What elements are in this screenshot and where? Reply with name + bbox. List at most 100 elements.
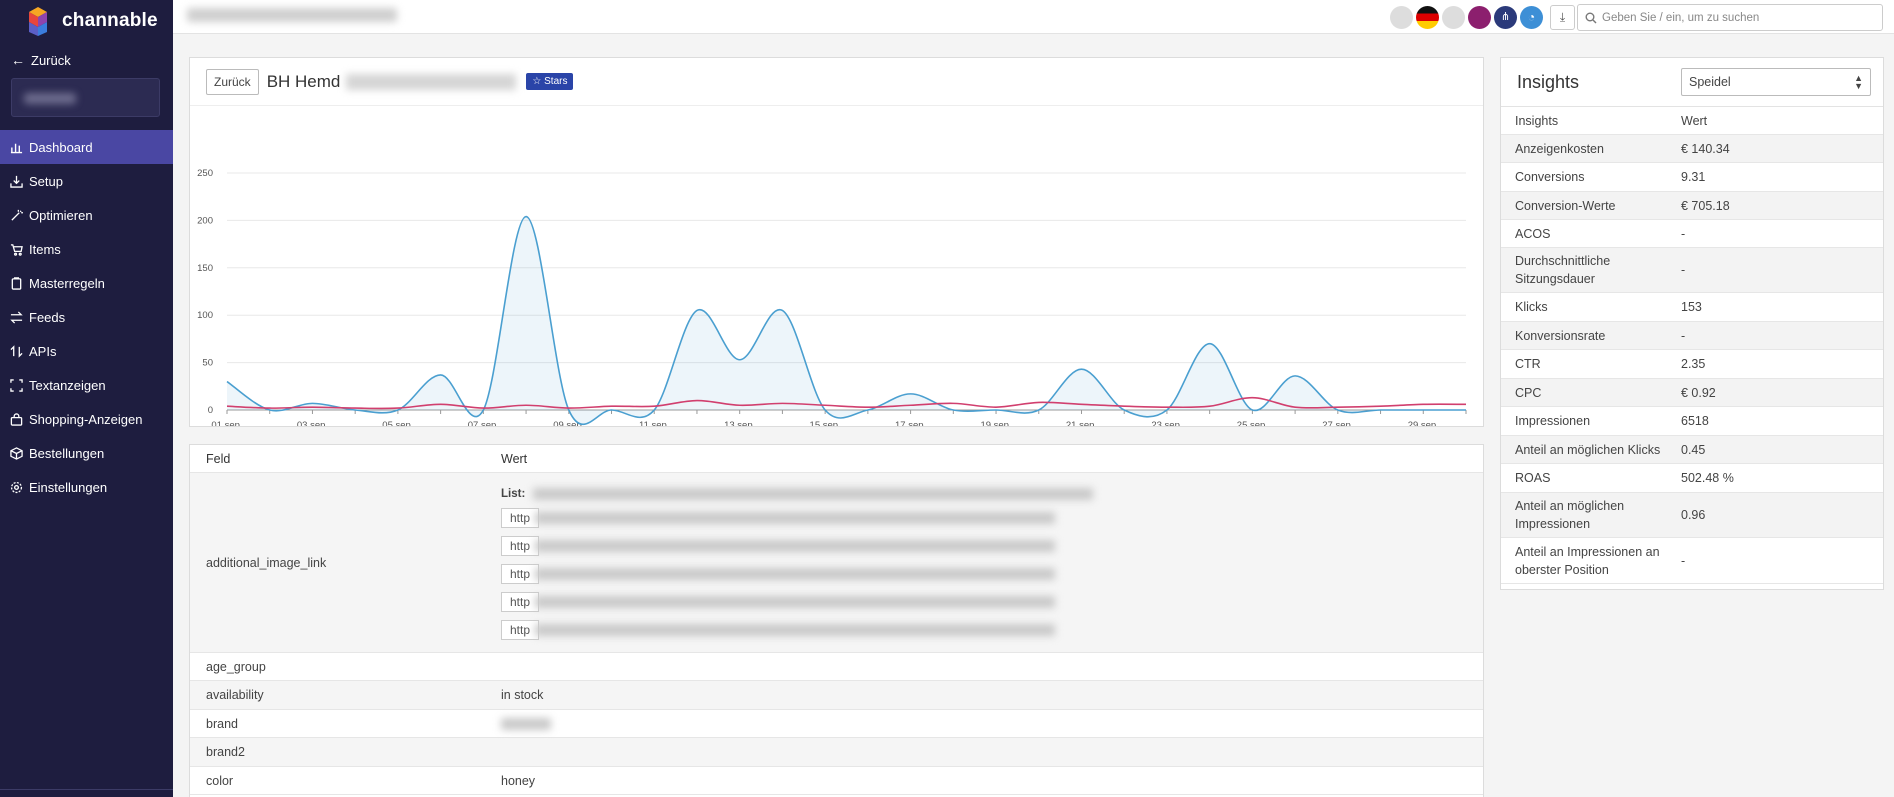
sidebar-item-bestellungen[interactable]: Bestellungen bbox=[0, 436, 173, 470]
project-selector[interactable] bbox=[11, 78, 160, 117]
sitemap-icon[interactable]: ⋔ bbox=[1494, 6, 1517, 29]
sort-icon bbox=[10, 344, 23, 358]
column-header-value: Wert bbox=[501, 451, 528, 466]
insight-value: € 0.92 bbox=[1681, 385, 1716, 400]
insight-name: Impressionen bbox=[1515, 414, 1591, 428]
insight-name: Conversion-Werte bbox=[1515, 198, 1616, 213]
insight-row: Konversionsrate - bbox=[1501, 322, 1883, 350]
field-name: additional_image_link bbox=[206, 555, 327, 570]
clock-icon[interactable]: ◔ bbox=[1520, 6, 1543, 29]
insight-name: ROAS bbox=[1515, 471, 1551, 485]
sidebar-item-label: Bestellungen bbox=[29, 445, 105, 461]
logo[interactable]: channable bbox=[0, 0, 173, 42]
x-tick-label: 01 sep. bbox=[211, 420, 242, 426]
box-icon bbox=[10, 446, 23, 460]
insight-row: Klicks 153 bbox=[1501, 293, 1883, 322]
insights-source-select[interactable]: Speidel ▲ ▼ bbox=[1681, 68, 1871, 96]
x-tick-label: 21 sep. bbox=[1066, 420, 1097, 426]
back-link-label: Zurück bbox=[31, 52, 71, 68]
fields-table: Feld Wert additional_image_link List: ht… bbox=[189, 444, 1484, 797]
field-name: brand bbox=[206, 716, 238, 731]
channable-logo-icon bbox=[22, 5, 54, 37]
arrow-left-icon: ← bbox=[11, 52, 25, 68]
channel-icon[interactable] bbox=[1390, 6, 1413, 29]
x-tick-label: 19 sep. bbox=[980, 420, 1011, 426]
insight-name: Anteil an möglichen Impressionen bbox=[1515, 499, 1625, 531]
redacted-value bbox=[533, 487, 1094, 500]
y-tick-label: 200 bbox=[197, 215, 213, 226]
performance-chart: 0 50 100 150 200 250 01 sep. 03 sep. 05 sep. 07 s… bbox=[197, 168, 1467, 426]
insight-value: 0.96 bbox=[1681, 508, 1706, 522]
y-tick-label: 150 bbox=[197, 263, 213, 274]
redacted-value bbox=[535, 596, 1056, 609]
insight-row: Impressionen 6518 bbox=[1501, 407, 1883, 436]
x-tick-label: 25 sep. bbox=[1237, 420, 1268, 426]
search-input[interactable] bbox=[1602, 11, 1872, 24]
back-button[interactable]: Zurück bbox=[206, 68, 259, 95]
back-link[interactable]: ← Zurück bbox=[0, 42, 173, 78]
table-row: availability in stock bbox=[190, 681, 1483, 710]
sidebar-item-label: Masterregeln bbox=[29, 275, 105, 291]
y-tick-label: 100 bbox=[197, 310, 213, 321]
sidebar-item-shopping-anzeigen[interactable]: Shopping-Anzeigen bbox=[0, 402, 173, 436]
insight-row: CTR 2.35 bbox=[1501, 350, 1883, 379]
insights-title: Insights bbox=[1517, 71, 1580, 92]
sidebar: channable ← Zurück Dashboard Setup Optim… bbox=[0, 0, 173, 797]
topbar: ⋔ ◔ ⤓ bbox=[173, 0, 1894, 34]
x-tick-label: 07 sep. bbox=[468, 420, 499, 426]
insight-name: Klicks bbox=[1515, 300, 1548, 314]
x-tick-label: 11 sep. bbox=[639, 420, 669, 426]
insight-row: Conversion-Werte € 705.18 bbox=[1501, 192, 1883, 220]
list-item[interactable]: http bbox=[501, 591, 1483, 620]
chart-icon bbox=[10, 143, 23, 153]
insight-name: Anteil an Impressionen an oberster Posit… bbox=[1515, 544, 1660, 577]
download-button[interactable]: ⤓ bbox=[1550, 5, 1575, 30]
list-item[interactable]: http bbox=[501, 507, 1483, 536]
insight-row: Anteil an möglichen Impressionen 0.96 bbox=[1501, 493, 1883, 538]
sidebar-item-dashboard[interactable]: Dashboard bbox=[0, 130, 173, 164]
redacted-value bbox=[535, 512, 1056, 525]
sidebar-item-apis[interactable]: APIs bbox=[0, 334, 173, 368]
list-item[interactable]: http bbox=[501, 619, 1483, 648]
column-header-field: Feld bbox=[206, 451, 231, 466]
product-header: Zurück BH Hemd ☆ Stars bbox=[190, 58, 1483, 106]
channel-icon[interactable] bbox=[1468, 6, 1491, 29]
series-area-conversion-werte bbox=[227, 216, 1466, 425]
sidebar-item-optimieren[interactable]: Optimieren bbox=[0, 198, 173, 232]
sidebar-item-einstellungen[interactable]: Einstellungen bbox=[0, 470, 173, 504]
table-row: age_group bbox=[190, 653, 1483, 681]
link-prefix: http bbox=[501, 591, 540, 612]
sidebar-item-masterregeln[interactable]: Masterregeln bbox=[0, 266, 173, 300]
bag-icon bbox=[10, 412, 23, 426]
germany-flag-icon[interactable] bbox=[1416, 6, 1439, 29]
list-item[interactable]: http bbox=[501, 563, 1483, 592]
table-row: brand bbox=[190, 710, 1483, 738]
redacted-value bbox=[535, 540, 1056, 553]
sidebar-item-textanzeigen[interactable]: Textanzeigen bbox=[0, 368, 173, 402]
stars-badge[interactable]: ☆ Stars bbox=[526, 73, 574, 90]
frame-icon bbox=[10, 378, 23, 392]
sidebar-item-label: Shopping-Anzeigen bbox=[29, 411, 143, 427]
sidebar-item-feeds[interactable]: Feeds bbox=[0, 300, 173, 334]
channel-icon[interactable] bbox=[1442, 6, 1465, 29]
x-tick-label: 27 sep. bbox=[1322, 420, 1353, 426]
sidebar-item-label: APIs bbox=[29, 343, 57, 359]
table-header: Feld Wert bbox=[190, 445, 1483, 473]
sidebar-item-label: Feeds bbox=[29, 309, 66, 325]
image-link-list: List: http http http http http bbox=[501, 478, 1483, 648]
gear-icon bbox=[10, 481, 23, 493]
insight-name: CPC bbox=[1515, 385, 1542, 400]
sidebar-item-setup[interactable]: Setup bbox=[0, 164, 173, 198]
breadcrumb[interactable] bbox=[187, 8, 397, 22]
list-item[interactable]: http bbox=[501, 535, 1483, 564]
insight-value: - bbox=[1681, 553, 1686, 568]
table-row: additional_image_link List: http http ht… bbox=[190, 473, 1483, 653]
select-value: Speidel bbox=[1689, 75, 1731, 89]
insight-value: - bbox=[1681, 226, 1686, 241]
sidebar-item-items[interactable]: Items bbox=[0, 232, 173, 266]
insight-row: ACOS - bbox=[1501, 220, 1883, 248]
search-box[interactable] bbox=[1577, 4, 1883, 31]
insight-value: 2.35 bbox=[1681, 357, 1706, 371]
setup-icon bbox=[10, 175, 23, 188]
insight-value: 0.45 bbox=[1681, 442, 1706, 457]
